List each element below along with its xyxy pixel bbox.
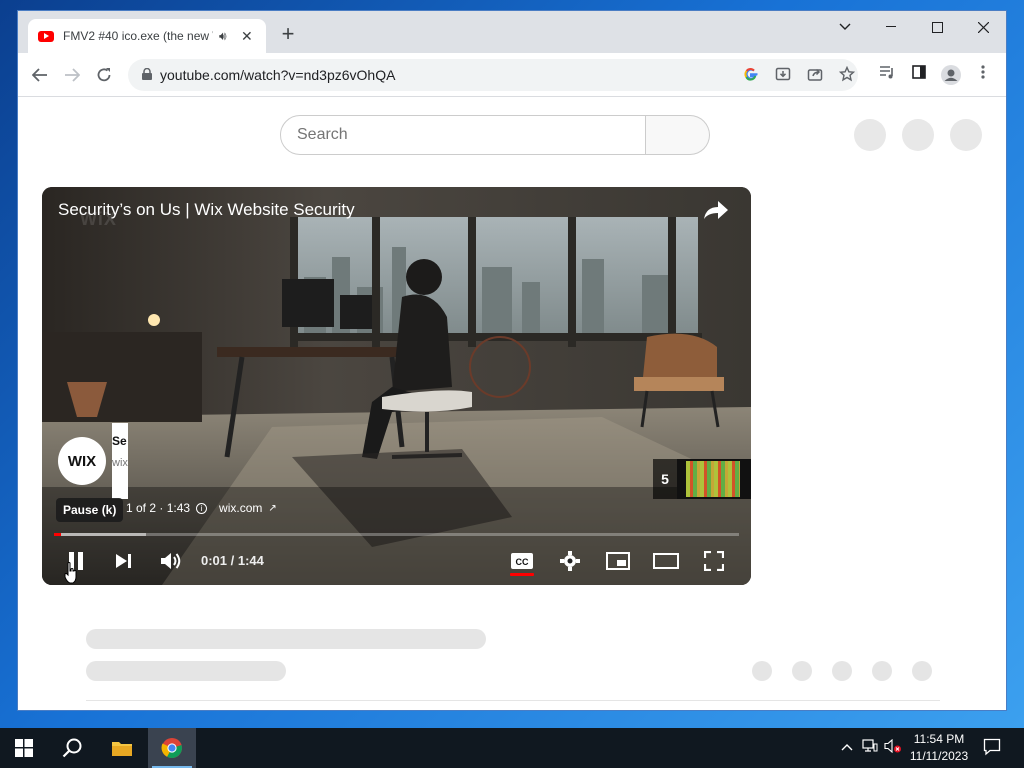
action-placeholder <box>912 661 932 681</box>
hand-cursor-icon <box>64 562 77 584</box>
time-display: 0:01 / 1:44 <box>201 553 264 568</box>
action-placeholder <box>752 661 772 681</box>
youtube-favicon-icon <box>38 30 54 42</box>
system-clock[interactable]: 11:54 PM 11/11/2023 <box>908 731 970 765</box>
notification-icon[interactable] <box>982 738 1002 758</box>
action-placeholder <box>872 661 892 681</box>
next-icon[interactable] <box>110 549 138 573</box>
title-placeholder <box>86 629 486 649</box>
youtube-page: Search WiX Security’s on Us | Wix Websit… <box>18 98 1006 710</box>
forward-icon[interactable] <box>60 63 84 87</box>
media-queue-icon[interactable] <box>877 65 897 85</box>
header-placeholder-circle <box>902 119 934 151</box>
ad-domain-link[interactable]: wix.com <box>219 501 262 515</box>
ad-position: 1 of 2 · 1:43 <box>126 501 191 515</box>
search-input[interactable]: Search <box>280 115 646 155</box>
chrome-icon[interactable] <box>148 728 196 768</box>
video-title[interactable]: Security’s on Us | Wix Website Security <box>58 200 355 220</box>
network-icon[interactable] <box>861 739 879 757</box>
lock-icon[interactable] <box>142 68 152 80</box>
file-explorer-icon[interactable] <box>98 728 146 768</box>
ad-card[interactable]: Se sit wix <box>112 423 128 499</box>
settings-icon[interactable] <box>556 549 584 573</box>
maximize-icon[interactable] <box>914 11 960 43</box>
captions-active-indicator <box>510 573 534 576</box>
tab-strip: FMV2 #40 ico.exe (the new W 🔊︎ ✕ + <box>18 11 1006 53</box>
info-icon[interactable]: i <box>196 502 208 514</box>
plus-icon[interactable]: + <box>276 23 300 47</box>
header-placeholder-circle <box>950 119 982 151</box>
header-placeholder-circle <box>854 119 886 151</box>
tab-title: FMV2 #40 ico.exe (the new W <box>63 29 213 43</box>
captions-icon[interactable]: CC <box>508 549 536 573</box>
captions-label: CC <box>516 557 529 567</box>
browser-tab[interactable]: FMV2 #40 ico.exe (the new W 🔊︎ ✕ <box>28 19 266 53</box>
action-placeholder <box>832 661 852 681</box>
theater-icon[interactable] <box>652 549 680 573</box>
video-frame <box>42 187 751 585</box>
reload-icon[interactable] <box>92 63 116 87</box>
star-icon[interactable] <box>838 65 856 84</box>
close-icon[interactable]: ✕ <box>241 28 253 45</box>
minimize-icon[interactable] <box>868 11 914 43</box>
progress-bar[interactable] <box>54 533 739 536</box>
ad-info: 1 of 2 · 1:43 i wix.com ↗ <box>126 501 277 515</box>
browser-window: FMV2 #40 ico.exe (the new W 🔊︎ ✕ + youtu… <box>17 10 1007 711</box>
chevron-up-icon[interactable] <box>838 739 856 757</box>
chevron-down-icon[interactable] <box>822 11 868 43</box>
clock-date: 11/11/2023 <box>909 749 969 763</box>
next-video-thumbnail[interactable] <box>677 459 751 499</box>
progress-loaded <box>54 533 147 536</box>
close-icon[interactable] <box>960 11 1006 43</box>
skip-countdown: 5 <box>653 459 677 499</box>
clock-time: 11:54 PM <box>913 732 965 746</box>
install-icon[interactable] <box>774 66 792 84</box>
action-placeholder <box>792 661 812 681</box>
channel-avatar[interactable]: WIX <box>58 437 106 485</box>
taskbar: 11:54 PM 11/11/2023 <box>0 728 1024 768</box>
browser-toolbar: youtube.com/watch?v=nd3pz6vOhQA <box>18 53 1006 97</box>
back-icon[interactable] <box>28 63 52 87</box>
side-panel-icon[interactable] <box>909 65 929 85</box>
volume-icon[interactable] <box>157 549 185 573</box>
google-icon[interactable] <box>742 66 760 84</box>
share-icon[interactable] <box>806 66 824 84</box>
share-icon[interactable] <box>702 199 730 221</box>
search-icon[interactable] <box>48 728 96 768</box>
address-bar[interactable]: youtube.com/watch?v=nd3pz6vOhQA <box>128 59 858 91</box>
menu-icon[interactable] <box>973 65 993 85</box>
fullscreen-icon[interactable] <box>700 549 728 573</box>
miniplayer-icon[interactable] <box>604 549 632 573</box>
progress-played <box>54 533 61 536</box>
profile-icon[interactable] <box>941 65 961 85</box>
volume-muted-icon[interactable] <box>884 738 902 757</box>
speaker-icon[interactable]: 🔊︎ <box>219 29 233 44</box>
ad-card-subtitle: wix <box>112 457 128 469</box>
subtitle-placeholder <box>86 661 286 681</box>
windows-start-icon[interactable] <box>0 728 48 768</box>
ad-card-title: Se sit <box>112 434 128 448</box>
pause-tooltip: Pause (k) <box>56 498 124 522</box>
url-text[interactable]: youtube.com/watch?v=nd3pz6vOhQA <box>160 67 395 83</box>
divider <box>86 700 940 701</box>
search-button[interactable] <box>646 115 710 155</box>
video-player[interactable]: WiX Security’s on Us | Wix Website Secur… <box>42 187 751 585</box>
external-link-icon: ↗ <box>268 502 277 514</box>
